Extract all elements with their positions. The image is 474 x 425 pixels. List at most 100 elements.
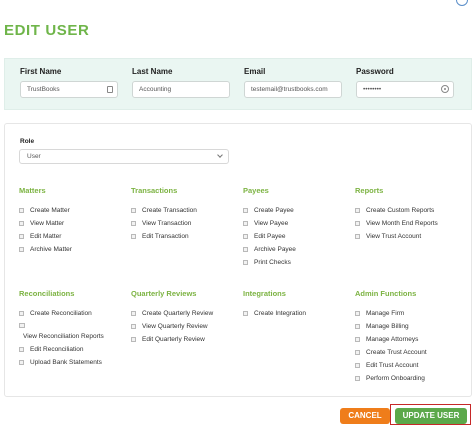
section-title: Admin Functions [355,289,417,298]
password-label: Password [356,67,394,76]
first-name-field: First Name TrustBooks [20,67,118,98]
permission-item[interactable]: Edit Trust Account [355,362,467,369]
checkbox[interactable] [355,234,360,239]
permission-item[interactable]: Edit Quarterly Review [131,336,243,343]
first-name-input[interactable]: TrustBooks [20,81,118,98]
checkbox[interactable] [243,247,248,252]
checkbox[interactable] [19,323,25,328]
checkbox[interactable] [243,234,248,239]
permission-item[interactable]: View Payee [243,220,355,227]
checkbox[interactable] [19,221,24,226]
section-payees: Payees Create Payee View Payee Edit Paye… [243,186,355,272]
last-name-input[interactable]: Accounting [132,81,230,98]
permission-item[interactable]: Manage Billing [355,323,467,330]
permission-item[interactable]: Edit Reconciliation [19,346,131,353]
checkbox[interactable] [19,347,24,352]
checkbox[interactable] [355,221,360,226]
first-name-value: TrustBooks [27,86,60,93]
permission-item[interactable]: Create Integration [243,310,355,317]
section-title: Reports [355,186,384,195]
checkbox[interactable] [19,360,24,365]
checkbox[interactable] [131,337,136,342]
section-reconciliations: Reconciliations Create Reconciliation Vi… [19,289,131,372]
checkbox[interactable] [19,247,24,252]
checkbox[interactable] [19,208,24,213]
section-title: Matters [19,186,46,195]
email-field: Email testemail@trustbooks.com [244,67,342,98]
permission-item[interactable]: Perform Onboarding [355,375,467,382]
permission-item[interactable]: View Quarterly Review [131,323,243,330]
section-integrations: Integrations Create Integration [243,289,355,323]
checkbox[interactable] [355,324,360,329]
checkbox[interactable] [355,208,360,213]
permission-item[interactable]: Create Quarterly Review [131,310,243,317]
checkbox[interactable] [355,337,360,342]
email-input[interactable]: testemail@trustbooks.com [244,81,342,98]
section-quarterly-reviews: Quarterly Reviews Create Quarterly Revie… [131,289,243,349]
password-field: Password •••••••• [356,67,454,98]
cancel-button[interactable]: CANCEL [340,408,390,424]
role-value: User [27,153,41,160]
checkbox[interactable] [19,311,24,316]
permission-item[interactable]: View Transaction [131,220,243,227]
section-transactions: Transactions Create Transaction View Tra… [131,186,243,246]
password-input[interactable]: •••••••• [356,81,454,98]
permission-item[interactable]: Print Checks [243,259,355,266]
email-label: Email [244,67,266,76]
checkbox[interactable] [131,221,136,226]
permission-item[interactable]: Archive Matter [19,246,131,253]
checkbox[interactable] [243,311,248,316]
checkbox[interactable] [131,208,136,213]
checkbox[interactable] [131,311,136,316]
section-reports: Reports Create Custom Reports View Month… [355,186,467,246]
permission-item[interactable]: Edit Matter [19,233,131,240]
checkbox[interactable] [355,311,360,316]
checkbox[interactable] [243,221,248,226]
permission-item[interactable]: View Reconciliation Reports [19,323,131,340]
permission-item[interactable]: Create Matter [19,207,131,214]
section-matters: Matters Create Matter View Matter Edit M… [19,186,131,259]
permission-item[interactable]: Edit Payee [243,233,355,240]
checkbox[interactable] [131,324,136,329]
permission-item[interactable]: View Trust Account [355,233,467,240]
contact-card-icon [107,86,113,93]
page-title: EDIT USER [4,22,90,39]
section-title: Quarterly Reviews [131,289,197,298]
last-name-field: Last Name Accounting [132,67,230,98]
eye-icon[interactable] [441,85,449,93]
chevron-down-icon [217,152,223,158]
checkbox[interactable] [19,234,24,239]
permission-item[interactable]: View Month End Reports [355,220,467,227]
refresh-icon[interactable] [456,0,468,6]
permission-item[interactable]: Upload Bank Statements [19,359,131,366]
first-name-label: First Name [20,67,62,76]
checkbox[interactable] [243,260,248,265]
permission-item[interactable]: Manage Attorneys [355,336,467,343]
update-user-button[interactable]: UPDATE USER [395,408,467,424]
permission-item[interactable]: Create Reconciliation [19,310,131,317]
checkbox[interactable] [243,208,248,213]
email-value: testemail@trustbooks.com [251,86,328,93]
permission-item[interactable]: Manage Firm [355,310,467,317]
permission-item[interactable]: Create Trust Account [355,349,467,356]
permission-item[interactable]: Edit Transaction [131,233,243,240]
checkbox[interactable] [131,234,136,239]
permission-item[interactable]: Create Payee [243,207,355,214]
checkbox[interactable] [355,350,360,355]
role-select[interactable]: User [19,149,229,164]
permission-item[interactable]: View Matter [19,220,131,227]
section-admin-functions: Admin Functions Manage Firm Manage Billi… [355,289,467,388]
permission-item[interactable]: Create Custom Reports [355,207,467,214]
section-title: Integrations [243,289,286,298]
user-details-panel: First Name TrustBooks Last Name Accounti… [4,58,472,110]
role-label: Role [20,138,35,145]
last-name-label: Last Name [132,67,173,76]
checkbox[interactable] [355,376,360,381]
section-title: Reconciliations [19,289,75,298]
section-title: Payees [243,186,269,195]
checkbox[interactable] [355,363,360,368]
permission-item[interactable]: Create Transaction [131,207,243,214]
permission-item[interactable]: Archive Payee [243,246,355,253]
permissions-panel: Role User Matters Create Matter View Mat… [4,123,472,397]
section-title: Transactions [131,186,178,195]
